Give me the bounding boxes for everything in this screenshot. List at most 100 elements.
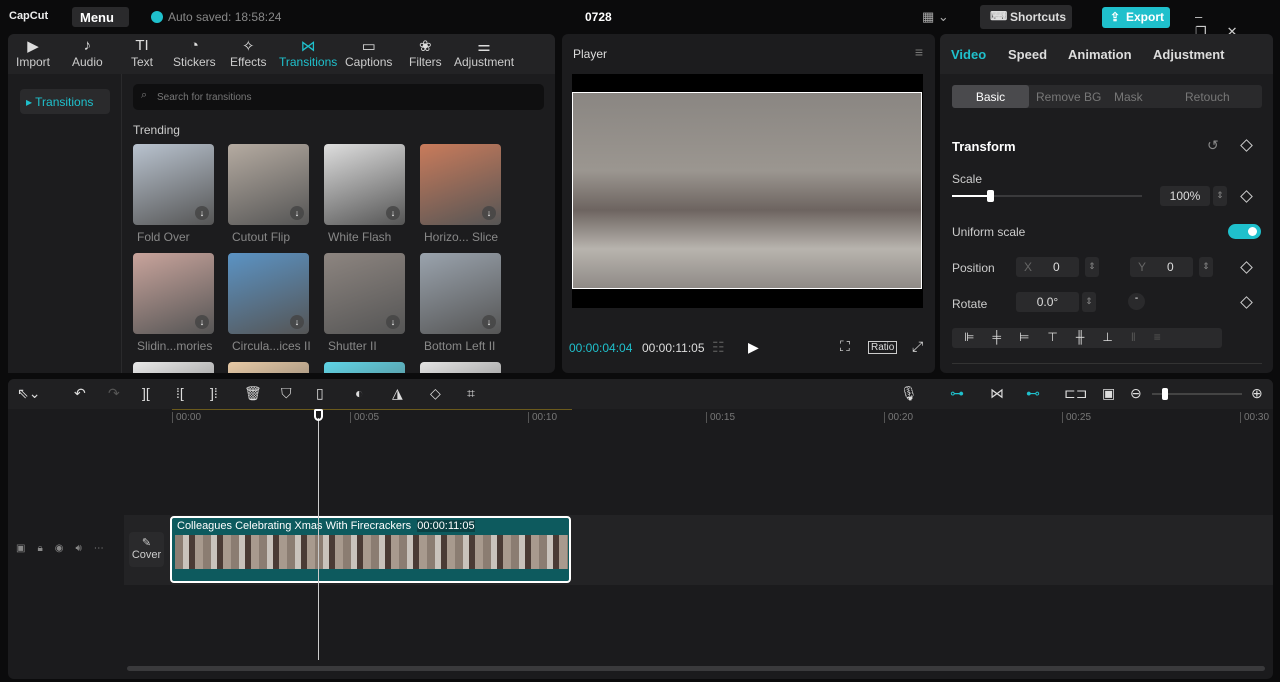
tab-speed[interactable]: Speed <box>1008 47 1047 62</box>
tab-text[interactable]: TI Text <box>131 37 153 69</box>
filters-icon: ❀ <box>419 38 432 55</box>
tab-import[interactable]: ▶ Import <box>16 37 50 69</box>
horizontal-scrollbar[interactable] <box>127 666 1265 671</box>
transition-thumbnail[interactable]: ↓ <box>420 362 501 373</box>
download-icon[interactable]: ↓ <box>290 206 304 220</box>
redo-icon[interactable]: ↷ <box>108 385 120 402</box>
transition-thumbnail[interactable]: ↓ <box>133 362 214 373</box>
playhead[interactable] <box>318 418 319 660</box>
subtab-remove-bg[interactable]: Remove BG <box>1036 90 1101 104</box>
position-x-input[interactable]: X0 <box>1016 257 1079 277</box>
y-stepper[interactable]: ⇕ <box>1199 257 1213 277</box>
cover-button[interactable]: ✎ Cover <box>129 532 164 567</box>
rotate-icon[interactable]: ◇ <box>430 385 441 402</box>
search-placeholder: Search for transitions <box>157 92 252 103</box>
menu-icon[interactable]: ≡ <box>915 44 923 60</box>
transition-thumbnail[interactable]: ↓ <box>420 144 501 225</box>
ratio-button[interactable]: Ratio <box>868 341 898 354</box>
tab-stickers[interactable]: ◔ Stickers <box>173 37 216 69</box>
playhead-handle[interactable] <box>314 409 323 421</box>
subtab-basic[interactable]: Basic <box>952 85 1029 108</box>
clip-name: Colleagues Celebrating Xmas With Firecra… <box>177 520 412 532</box>
section-title: Trending <box>133 123 180 137</box>
scale-slider-handle[interactable] <box>987 190 994 202</box>
reset-icon[interactable]: ↺ <box>1207 137 1219 154</box>
tab-animation[interactable]: Animation <box>1068 47 1132 62</box>
tab-effects[interactable]: ✧ Effects <box>230 37 266 69</box>
subtab-mask[interactable]: Mask <box>1114 90 1143 104</box>
transition-thumbnail[interactable]: ↓ <box>420 253 501 334</box>
layout-icon[interactable]: ▦ ⌄ <box>922 9 949 25</box>
split-icon[interactable]: ][ <box>142 385 150 401</box>
main-track-magnet-icon[interactable]: ⊶ <box>950 385 964 402</box>
download-icon[interactable]: ↓ <box>386 206 400 220</box>
reverse-icon[interactable]: ◐ <box>355 385 363 401</box>
fullscreen-icon[interactable]: ⤢ <box>912 338 923 355</box>
zoom-in-icon[interactable]: ⊕ <box>1251 385 1263 402</box>
subtab-retouch[interactable]: Retouch <box>1185 90 1230 104</box>
transition-label: Cutout Flip <box>232 230 291 244</box>
transition-thumbnail[interactable]: ↓ <box>228 253 309 334</box>
tab-transitions[interactable]: ⋈ Transitions <box>279 37 337 69</box>
linkage-icon[interactable]: ⊷ <box>1026 385 1040 402</box>
tab-captions[interactable]: ▭ Captions <box>345 37 392 69</box>
list-icon[interactable]: ☷ <box>712 339 725 356</box>
export-button[interactable]: ⇪ Export <box>1102 7 1170 28</box>
rotate-stepper[interactable]: ⇕ <box>1082 292 1096 312</box>
transition-thumbnail[interactable]: ↓ <box>133 253 214 334</box>
transition-thumbnail[interactable]: ↓ <box>324 362 405 373</box>
track-controls[interactable]: ▣🔒︎◉🔊︎⋯ <box>16 543 116 554</box>
download-icon[interactable]: ↓ <box>482 206 496 220</box>
undo-icon[interactable]: ↶ <box>74 385 86 402</box>
scale-input[interactable]: 100% <box>1160 186 1210 206</box>
download-icon[interactable]: ↓ <box>195 315 209 329</box>
scale-slider[interactable] <box>952 190 1142 202</box>
split-left-icon[interactable]: ⁞[ <box>176 385 184 401</box>
crop-icon[interactable]: ⌗ <box>467 385 475 402</box>
download-icon[interactable]: ↓ <box>386 315 400 329</box>
zoom-slider-handle[interactable] <box>1162 388 1168 400</box>
preview-axis-icon[interactable]: ⊏⊐ <box>1064 385 1087 402</box>
transition-thumbnail[interactable]: ↓ <box>228 144 309 225</box>
split-right-icon[interactable]: ]⁞ <box>210 385 218 401</box>
sidebar-item-transitions[interactable]: ▸ Transitions <box>20 89 110 114</box>
position-y-input[interactable]: Y0 <box>1130 257 1193 277</box>
tab-audio[interactable]: ♪ Audio <box>72 37 103 69</box>
rotate-dial[interactable]: - <box>1128 293 1145 310</box>
shortcuts-button[interactable]: ⌨ Shortcuts <box>980 5 1072 29</box>
auto-snap-icon[interactable]: ⋈ <box>990 385 1004 402</box>
tab-adjustment[interactable]: ⚌ Adjustment <box>454 37 514 69</box>
video-clip[interactable]: Colleagues Celebrating Xmas With Firecra… <box>170 516 571 583</box>
delete-icon[interactable]: 🗑︎ <box>244 385 262 402</box>
track-header: ▣🔒︎◉🔊︎⋯ <box>8 515 124 585</box>
transition-thumbnail[interactable]: ↓ <box>228 362 309 373</box>
mirror-icon[interactable]: ◮ <box>392 385 403 402</box>
video-frame[interactable] <box>572 92 922 289</box>
freeze-icon[interactable]: ▯ <box>316 385 324 402</box>
captions-icon[interactable]: ▣ <box>1102 385 1115 402</box>
menu-button[interactable]: Menu ⌄ <box>72 7 129 39</box>
marker-icon[interactable]: ⛉ <box>281 385 292 402</box>
tab-adjustment[interactable]: Adjustment <box>1153 47 1225 62</box>
play-button[interactable]: ▶ <box>748 339 759 356</box>
select-tool-icon[interactable]: ⇖⌄ <box>17 385 40 402</box>
uniform-scale-toggle[interactable] <box>1228 224 1261 239</box>
download-icon[interactable]: ↓ <box>290 315 304 329</box>
x-stepper[interactable]: ⇕ <box>1085 257 1099 277</box>
scale-stepper[interactable]: ⇕ <box>1213 186 1227 206</box>
transition-thumbnail[interactable]: ↓ <box>324 253 405 334</box>
download-icon[interactable]: ↓ <box>482 315 496 329</box>
tab-filters[interactable]: ❀ Filters <box>409 37 442 69</box>
transition-thumbnail[interactable]: ↓ <box>133 144 214 225</box>
search-input[interactable]: ⌕ Search for transitions <box>133 84 544 110</box>
download-icon[interactable]: ↓ <box>195 206 209 220</box>
align-toolbar[interactable]: ⊫╪⊨⊤╫⊥‖≡ <box>952 328 1222 348</box>
fit-icon[interactable]: ⛶ <box>840 338 850 355</box>
zoom-out-icon[interactable]: ⊖ <box>1130 385 1142 402</box>
tab-video[interactable]: Video <box>951 47 986 62</box>
microphone-icon[interactable]: 🎙︎ <box>900 385 918 402</box>
rotate-input[interactable]: 0.0° <box>1016 292 1079 312</box>
transition-thumbnail[interactable]: ↓ <box>324 144 405 225</box>
transition-label: White Flash <box>328 230 392 244</box>
zoom-slider[interactable] <box>1152 388 1242 400</box>
